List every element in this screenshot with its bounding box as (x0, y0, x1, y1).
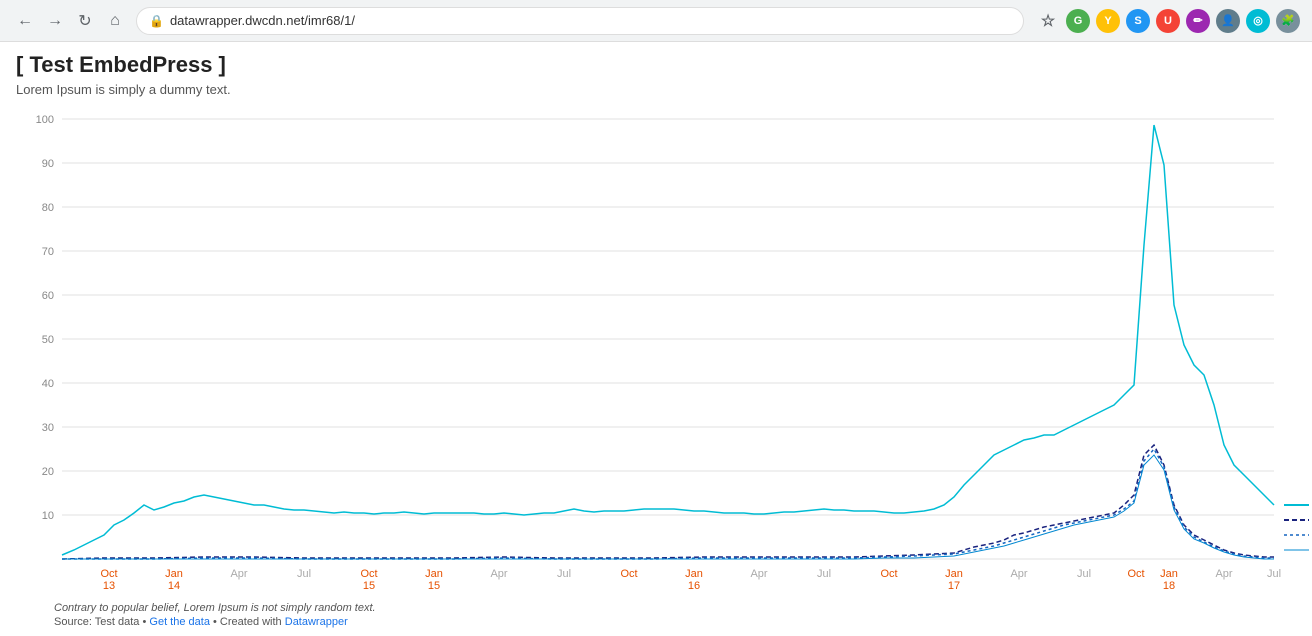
x-label-jul3: Jul (817, 568, 831, 580)
datawrapper-link[interactable]: Datawrapper (285, 616, 348, 628)
chart-footer: Contrary to popular belief, Lorem Ipsum … (54, 602, 1296, 628)
y-label-30: 30 (42, 422, 54, 434)
chart-footer-note: Contrary to popular belief, Lorem Ipsum … (54, 602, 1296, 614)
x-label-jan17: Jan (945, 568, 963, 580)
blockchain-line (62, 445, 1274, 559)
ethereum-line (62, 449, 1274, 559)
ext-s-icon[interactable]: S (1126, 9, 1150, 33)
page-content: [ Test EmbedPress ] Lorem Ipsum is simpl… (0, 42, 1312, 632)
x-label-jul4: Jul (1077, 568, 1091, 580)
ext-g-icon[interactable]: G (1066, 9, 1090, 33)
star-icon[interactable]: ☆ (1036, 9, 1060, 33)
y-label-10: 10 (42, 510, 54, 522)
browser-chrome: ← → ↻ ⌂ 🔒 datawrapper.dwcdn.net/imr68/1/… (0, 0, 1312, 42)
ext-puzzle-icon[interactable]: 🧩 (1276, 9, 1300, 33)
get-data-link[interactable]: Get the data (149, 616, 210, 628)
y-label-70: 70 (42, 246, 54, 258)
x-label-apr1: Apr (230, 568, 247, 580)
source-text: Source: Test data (54, 616, 139, 628)
x-label-oct13: Oct (100, 568, 117, 580)
created-text: • (213, 616, 220, 628)
ext-circle-icon[interactable]: ◎ (1246, 9, 1270, 33)
x-label-15-2: 15 (428, 580, 440, 592)
ext-u-icon[interactable]: U (1156, 9, 1180, 33)
back-button[interactable]: ← (12, 8, 38, 34)
x-label-jul5: Jul (1267, 568, 1281, 580)
y-label-50: 50 (42, 334, 54, 346)
created-with: Created with (220, 616, 282, 628)
page-title: [ Test EmbedPress ] (16, 52, 1296, 78)
y-label-100: 100 (36, 114, 54, 126)
x-label-17: 17 (948, 580, 960, 592)
x-label-jan14: Jan (165, 568, 183, 580)
x-label-jan18: Jan (1160, 568, 1178, 580)
y-label-20: 20 (42, 466, 54, 478)
lock-icon: 🔒 (149, 14, 164, 28)
y-label-40: 40 (42, 378, 54, 390)
nav-buttons: ← → ↻ ⌂ (12, 8, 128, 34)
y-label-60: 60 (42, 290, 54, 302)
bitcoin-line (62, 125, 1274, 555)
chart-container: 100 90 80 70 60 50 40 30 20 10 (16, 105, 1296, 628)
url-text: datawrapper.dwcdn.net/imr68/1/ (170, 13, 355, 28)
x-label-apr2: Apr (490, 568, 507, 580)
chart-svg-wrapper: 100 90 80 70 60 50 40 30 20 10 (54, 105, 1296, 598)
x-label-apr3: Apr (750, 568, 767, 580)
y-label-80: 80 (42, 202, 54, 214)
ext-avatar-icon[interactable]: 👤 (1216, 9, 1240, 33)
browser-actions: ☆ G Y S U ✏ 👤 ◎ 🧩 (1036, 9, 1300, 33)
forward-button[interactable]: → (42, 8, 68, 34)
chart-svg: 100 90 80 70 60 50 40 30 20 10 (54, 105, 1312, 595)
x-label-apr5: Apr (1215, 568, 1232, 580)
x-label-jul2: Jul (557, 568, 571, 580)
page-subtitle: Lorem Ipsum is simply a dummy text. (16, 82, 1296, 97)
address-bar[interactable]: 🔒 datawrapper.dwcdn.net/imr68/1/ (136, 7, 1024, 35)
x-label-oct18: Oct (1127, 568, 1144, 580)
x-label-16: 16 (688, 580, 700, 592)
ext-y-icon[interactable]: Y (1096, 9, 1120, 33)
x-label-oct17: Oct (880, 568, 897, 580)
x-label-14: 14 (168, 580, 180, 592)
reload-button[interactable]: ↻ (72, 8, 98, 34)
x-label-jan16: Jan (685, 568, 703, 580)
x-label-jul1: Jul (297, 568, 311, 580)
ext-pen-icon[interactable]: ✏ (1186, 9, 1210, 33)
y-label-90: 90 (42, 158, 54, 170)
chart-footer-source: Source: Test data • Get the data • Creat… (54, 616, 1296, 628)
x-label-18: 18 (1163, 580, 1175, 592)
x-label-jan15: Jan (425, 568, 443, 580)
x-label-oct16: Oct (620, 568, 637, 580)
x-label-13: 13 (103, 580, 115, 592)
home-button[interactable]: ⌂ (102, 8, 128, 34)
x-label-15-1: 15 (363, 580, 375, 592)
x-label-oct15: Oct (360, 568, 377, 580)
x-label-apr4: Apr (1010, 568, 1027, 580)
